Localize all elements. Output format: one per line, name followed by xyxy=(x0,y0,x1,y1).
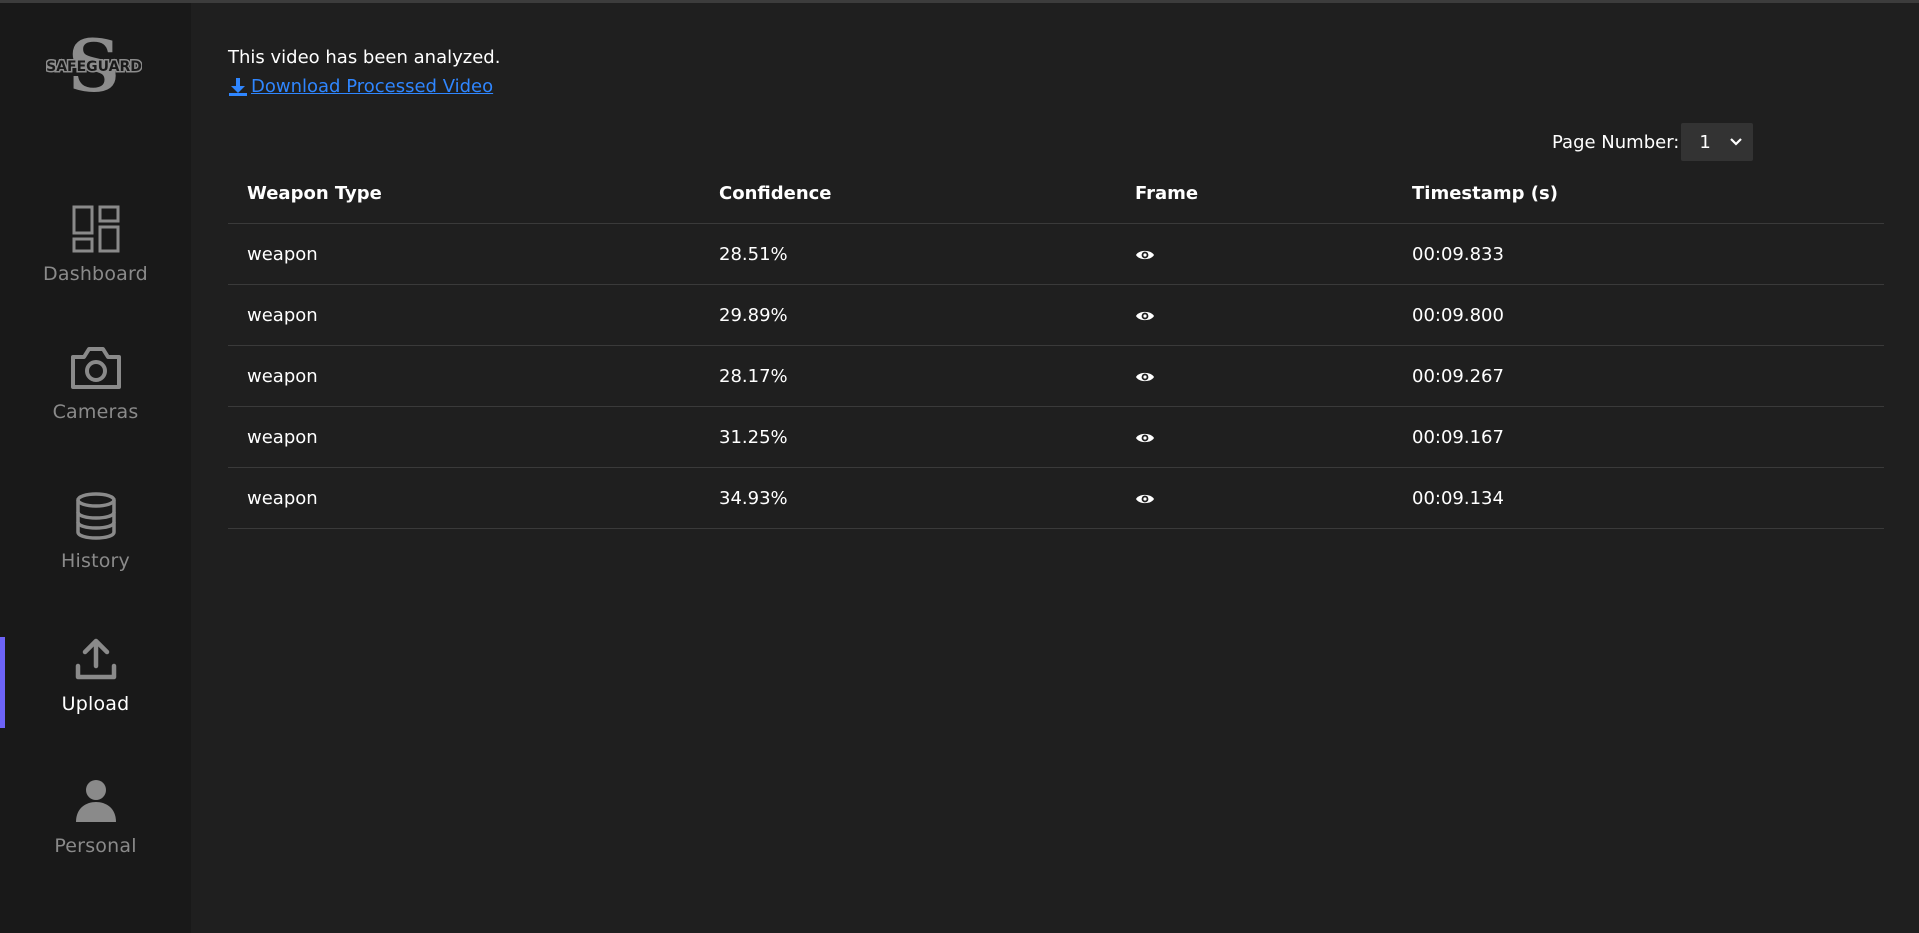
sidebar-item-history[interactable]: History xyxy=(0,488,191,580)
person-icon xyxy=(68,773,124,829)
timestamp-cell: 00:09.267 xyxy=(1412,366,1504,387)
sidebar-item-label: Dashboard xyxy=(43,263,148,285)
page-number-value: 1 xyxy=(1699,131,1711,153)
download-icon xyxy=(228,77,248,97)
sidebar-item-label: History xyxy=(61,550,130,572)
weapon-type-cell: weapon xyxy=(247,244,318,265)
table-header-row: Weapon Type Confidence Frame Timestamp (… xyxy=(228,163,1884,224)
camera-icon xyxy=(68,339,124,395)
timestamp-cell: 00:09.167 xyxy=(1412,427,1504,448)
sidebar-item-label: Personal xyxy=(54,835,137,857)
confidence-cell: 28.51% xyxy=(719,244,788,265)
sidebar-item-label: Cameras xyxy=(52,401,139,423)
eye-icon[interactable] xyxy=(1135,492,1155,506)
database-icon xyxy=(68,488,124,544)
upload-icon xyxy=(68,631,124,687)
logo-text: SAFEGUARD xyxy=(46,59,142,75)
table-row: weapon 34.93% 00:09.134 xyxy=(228,468,1884,529)
weapon-type-cell: weapon xyxy=(247,427,318,448)
window-top-border xyxy=(0,0,1919,3)
frame-cell xyxy=(1135,224,1155,285)
column-header-timestamp: Timestamp (s) xyxy=(1412,183,1558,204)
page-number-select[interactable]: 1 xyxy=(1681,123,1754,161)
confidence-cell: 34.93% xyxy=(719,488,788,509)
download-link-label: Download Processed Video xyxy=(251,76,494,97)
weapon-type-cell: weapon xyxy=(247,305,318,326)
column-header-weapon-type: Weapon Type xyxy=(247,183,382,204)
sidebar: S SAFEGUARD Dashboard Cameras History Up… xyxy=(0,3,191,933)
sidebar-item-upload[interactable]: Upload xyxy=(0,631,191,723)
detections-table: Weapon Type Confidence Frame Timestamp (… xyxy=(228,163,1884,529)
column-header-frame: Frame xyxy=(1135,183,1199,204)
timestamp-cell: 00:09.134 xyxy=(1412,488,1504,509)
sidebar-item-dashboard[interactable]: Dashboard xyxy=(0,201,191,293)
sidebar-item-personal[interactable]: Personal xyxy=(0,773,191,865)
eye-icon[interactable] xyxy=(1135,431,1155,445)
timestamp-cell: 00:09.833 xyxy=(1412,244,1504,265)
safeguard-logo[interactable]: S SAFEGUARD xyxy=(45,23,144,108)
page-number-label: Page Number: xyxy=(1552,131,1680,153)
weapon-type-cell: weapon xyxy=(247,488,318,509)
frame-cell xyxy=(1135,285,1155,346)
table-row: weapon 28.51% 00:09.833 xyxy=(228,224,1884,285)
page-number-control: Page Number: 1 xyxy=(1552,123,1754,161)
confidence-cell: 28.17% xyxy=(719,366,788,387)
dashboard-icon xyxy=(68,201,124,257)
confidence-cell: 29.89% xyxy=(719,305,788,326)
weapon-type-cell: weapon xyxy=(247,366,318,387)
confidence-cell: 31.25% xyxy=(719,427,788,448)
eye-icon[interactable] xyxy=(1135,309,1155,323)
frame-cell xyxy=(1135,407,1155,468)
sidebar-item-cameras[interactable]: Cameras xyxy=(0,339,191,431)
table-row: weapon 29.89% 00:09.800 xyxy=(228,285,1884,346)
sidebar-item-label: Upload xyxy=(61,693,130,715)
frame-cell xyxy=(1135,346,1155,407)
analysis-status-text: This video has been analyzed. xyxy=(228,47,501,68)
eye-icon[interactable] xyxy=(1135,248,1155,262)
frame-cell xyxy=(1135,468,1155,529)
table-row: weapon 31.25% 00:09.167 xyxy=(228,407,1884,468)
timestamp-cell: 00:09.800 xyxy=(1412,305,1504,326)
column-header-confidence: Confidence xyxy=(719,183,832,204)
chevron-down-icon xyxy=(1729,137,1743,147)
eye-icon[interactable] xyxy=(1135,370,1155,384)
table-row: weapon 28.17% 00:09.267 xyxy=(228,346,1884,407)
download-processed-video-link[interactable]: Download Processed Video xyxy=(228,76,493,97)
